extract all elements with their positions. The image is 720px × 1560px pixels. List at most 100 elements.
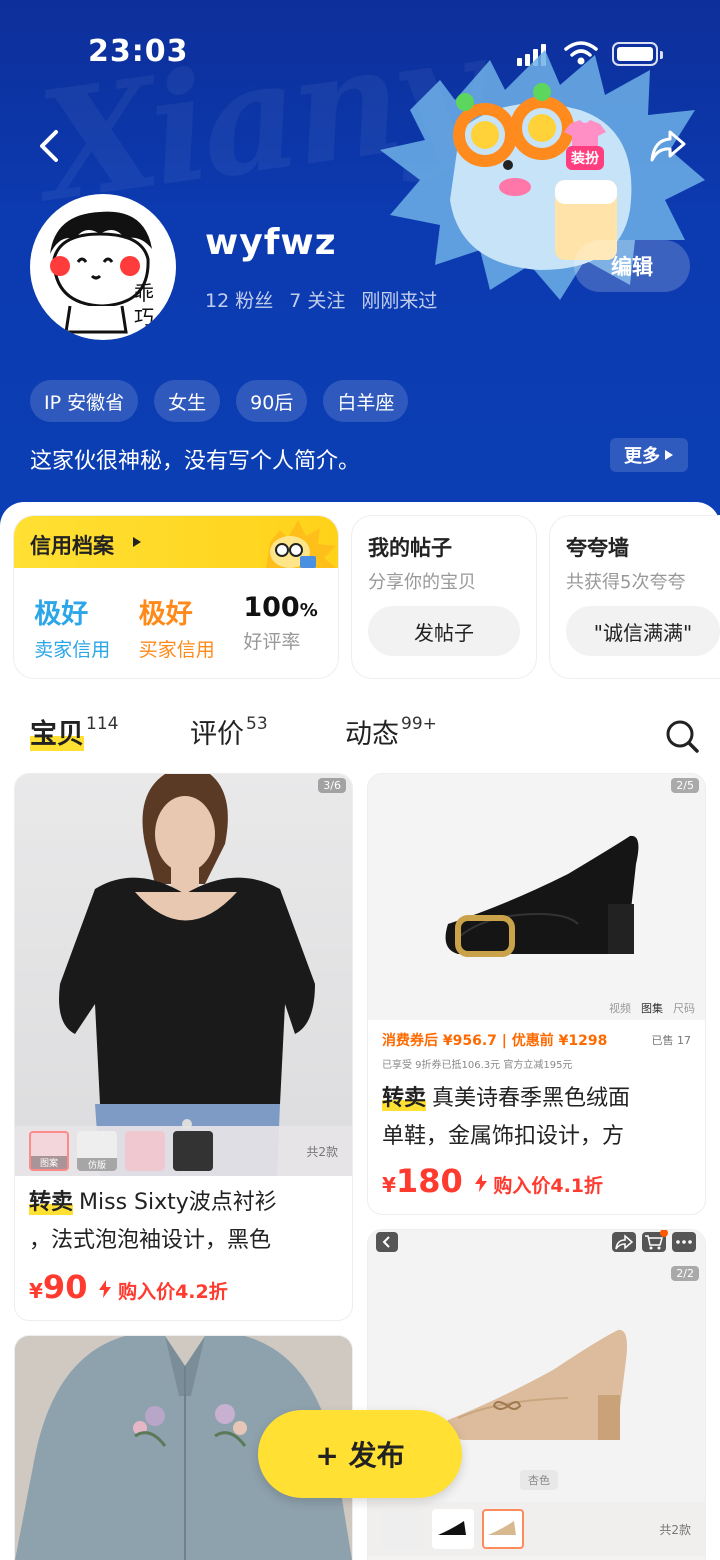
dress-up-button[interactable]: 装扮: [560, 118, 620, 174]
edit-button[interactable]: 编辑: [574, 240, 690, 292]
share-icon[interactable]: [612, 1232, 636, 1252]
cart-icon[interactable]: [642, 1230, 668, 1252]
search-icon[interactable]: [664, 718, 700, 754]
dress-up-label: 装扮: [566, 146, 604, 170]
promo-sold: 已售 17: [651, 1034, 692, 1047]
product-title-line1: 真美诗春季黑色绒面: [432, 1086, 631, 1111]
nav-video[interactable]: 视频: [609, 1000, 631, 1016]
more-label: 更多: [624, 446, 660, 467]
product-title: 转卖 真美诗春季黑色绒面 单鞋，金属饰扣设计，方: [382, 1080, 692, 1156]
positive-rate-value: 100: [243, 592, 300, 623]
lightning-icon: [474, 1174, 487, 1192]
triangle-right-icon: [665, 450, 673, 460]
tab-activity[interactable]: 动态 99+: [345, 712, 437, 751]
price-value: 90: [42, 1268, 88, 1306]
following-count[interactable]: 7 关注: [289, 286, 345, 313]
seller-credit-value: 极好: [34, 599, 89, 630]
tag-zodiac: 白羊座: [323, 380, 409, 422]
variant-thumb[interactable]: [125, 1131, 165, 1171]
fans-count[interactable]: 12 粉丝: [205, 286, 273, 313]
variant-thumb[interactable]: 图案: [29, 1131, 69, 1171]
tab-items[interactable]: 宝贝 114: [30, 712, 118, 751]
svg-text:巧: 巧: [134, 305, 154, 329]
triangle-right-icon: [133, 537, 141, 547]
praise-title: 夸夸墙: [566, 536, 629, 560]
variant-more[interactable]: 共2款: [659, 1521, 691, 1538]
currency-symbol: ¥: [29, 1279, 43, 1303]
lightning-icon: [99, 1280, 112, 1298]
variant-strip[interactable]: 共2款: [368, 1502, 705, 1556]
more-button[interactable]: 更多: [610, 438, 688, 472]
back-icon[interactable]: [30, 126, 70, 166]
credit-card[interactable]: 信用档案 极好 卖家信用 极好 买家信用 100% 好评率: [14, 516, 338, 678]
bio: 这家伙很神秘，没有写个人简介。: [30, 449, 361, 474]
last-seen: 刚刚来过: [361, 290, 438, 312]
svg-text:乖: 乖: [134, 281, 154, 305]
more-icon[interactable]: [672, 1232, 696, 1252]
media-nav: 视频 图集 尺码: [609, 1000, 695, 1016]
credit-title: 信用档案: [30, 534, 114, 558]
profile-stats: 12 粉丝 7 关注 刚刚来过: [205, 286, 437, 313]
variant-strip[interactable]: 图案 仿版 共2款: [15, 1126, 352, 1176]
status-time: 23:03: [88, 34, 189, 69]
profile-header: Xiany 23:03 装扮 乖 巧 wyfwz 12 粉丝 7 关注 刚刚来过…: [0, 0, 720, 540]
product-image[interactable]: 2/5 视频 图集 尺码: [368, 774, 705, 1020]
tag-age: 90后: [236, 380, 308, 422]
product-card[interactable]: 3/6 图案 仿版 共2款 转卖 Miss Sixty波点衬衫 ，法式泡泡袖设计，…: [15, 774, 352, 1320]
product-image[interactable]: 3/6: [15, 774, 352, 1176]
share-icon[interactable]: [648, 126, 688, 166]
variant-thumb[interactable]: [432, 1509, 474, 1549]
product-card[interactable]: 2/2 杏色 共2款: [368, 1230, 705, 1560]
tag-ip: IP 安徽省: [30, 380, 139, 422]
back-icon[interactable]: [376, 1232, 398, 1252]
blouse-photo-icon: [59, 774, 315, 1176]
product-title-line1: Miss Sixty波点衬衫: [79, 1190, 277, 1215]
variant-thumb[interactable]: [173, 1131, 213, 1171]
promo-coupon-line: 已享受 9折券已抵106.3元 官方立减195元: [382, 1060, 573, 1071]
variant-tag: 仿版: [77, 1158, 117, 1171]
avatar[interactable]: 乖 巧: [30, 194, 176, 340]
variant-thumb[interactable]: [482, 1509, 524, 1549]
discount-label: 购入价4.1折: [474, 1171, 603, 1198]
image-counter: 2/2: [671, 1266, 699, 1281]
praise-wall-card[interactable]: 夸夸墙 共获得5次夸夸 "诚信满满": [550, 516, 720, 678]
mascot-small-icon: [266, 520, 336, 568]
price-value: 180: [395, 1162, 463, 1200]
variant-thumb[interactable]: 仿版: [77, 1131, 117, 1171]
currency-symbol: ¥: [382, 1173, 396, 1197]
post-button[interactable]: 发帖子: [368, 606, 520, 656]
positive-rate-unit: %: [299, 600, 318, 621]
tab-activity-label: 动态: [345, 719, 399, 750]
variant-more[interactable]: 共2款: [306, 1143, 338, 1160]
seller-credit-label: 卖家信用: [34, 639, 111, 661]
nav-gallery[interactable]: 图集: [641, 1000, 663, 1016]
avatar-cartoon-icon: 乖 巧: [50, 211, 154, 334]
variant-tag: 图案: [31, 1156, 67, 1169]
nav-size[interactable]: 尺码: [673, 1000, 695, 1016]
tab-reviews-count: 53: [246, 714, 268, 734]
resale-badge: 转卖: [382, 1086, 427, 1111]
product-title: 转卖 Miss Sixty波点衬衫 ，法式泡泡袖设计，黑色: [29, 1184, 339, 1260]
positive-rate: 100% 好评率: [243, 592, 317, 662]
positive-rate-label: 好评率: [243, 631, 301, 653]
price-row: ¥90 购入价4.2折: [29, 1268, 228, 1306]
tab-activity-count: 99+: [401, 714, 437, 734]
variant-thumb[interactable]: [382, 1509, 424, 1549]
price-row: ¥180 购入价4.1折: [382, 1162, 603, 1200]
image-counter: 2/5: [671, 778, 699, 793]
product-title-line2: ，法式泡泡袖设计，黑色: [29, 1228, 272, 1253]
seller-credit: 极好 卖家信用: [34, 592, 110, 662]
my-posts-card[interactable]: 我的帖子 分享你的宝贝 发帖子: [352, 516, 536, 678]
tab-reviews[interactable]: 评价 53: [190, 712, 268, 751]
publish-button[interactable]: + 发布: [258, 1410, 462, 1498]
profile-tags: IP 安徽省 女生 90后 白羊座: [30, 380, 409, 422]
username: wyfwz: [205, 222, 337, 263]
resale-badge: 转卖: [29, 1190, 74, 1215]
tag-gender: 女生: [154, 380, 221, 422]
image-counter: 3/6: [318, 778, 346, 793]
promo-price-line: 消费券后 ¥956.7 | 优惠前 ¥1298: [382, 1033, 608, 1049]
praise-tag[interactable]: "诚信满满": [566, 606, 720, 656]
tab-reviews-label: 评价: [190, 719, 244, 750]
product-card[interactable]: 2/5 视频 图集 尺码 消费券后 ¥956.7 | 优惠前 ¥1298 已售 …: [368, 774, 705, 1214]
promo-banner: 消费券后 ¥956.7 | 优惠前 ¥1298 已售 17 已享受 9折券已抵1…: [368, 1020, 705, 1076]
